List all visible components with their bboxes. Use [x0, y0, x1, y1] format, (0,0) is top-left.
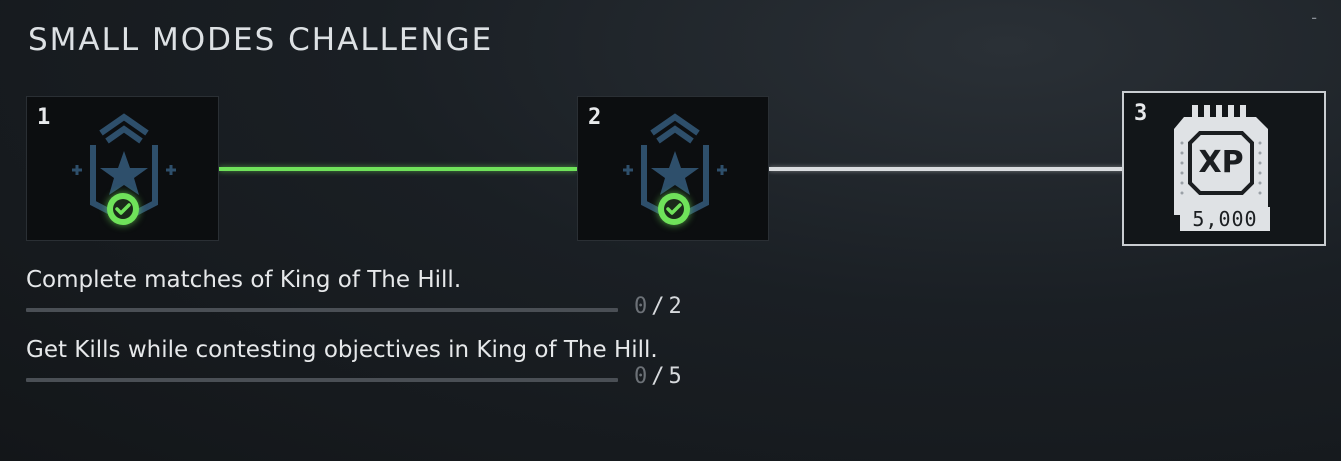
objective-progress-bar — [26, 378, 618, 382]
objective-1: Complete matches of King of The Hill. 0/… — [26, 262, 716, 322]
tier-3-card[interactable]: 3 XP 5,000 — [1122, 91, 1326, 246]
objective-2: Get Kills while contesting objectives in… — [26, 332, 716, 392]
progress-count: 0/5 — [634, 364, 682, 389]
objective-description: Get Kills while contesting objectives in… — [26, 337, 658, 363]
progress-total: 5 — [668, 364, 682, 389]
progress-separator: / — [651, 364, 665, 389]
completed-checkmark-icon — [658, 193, 690, 225]
xp-reward-amount: 5,000 — [1180, 207, 1270, 231]
progress-current: 0 — [634, 294, 648, 319]
tier-2-card[interactable]: 2 — [577, 96, 769, 241]
track-connector-2-3 — [769, 167, 1126, 171]
progress-total: 2 — [668, 294, 682, 319]
tier-number: 1 — [37, 105, 51, 130]
progress-current: 0 — [634, 364, 648, 389]
tier-number: 3 — [1134, 101, 1148, 126]
progress-count: 0/2 — [634, 294, 682, 319]
track-connector-1-2 — [219, 167, 577, 171]
tier-number: 2 — [588, 105, 602, 130]
completed-checkmark-icon — [107, 193, 139, 225]
objective-description: Complete matches of King of The Hill. — [26, 267, 462, 293]
tier-1-card[interactable]: 1 — [26, 96, 219, 241]
objective-progress-bar — [26, 308, 618, 312]
progress-separator: / — [651, 294, 665, 319]
xp-label: XP — [1198, 145, 1244, 180]
